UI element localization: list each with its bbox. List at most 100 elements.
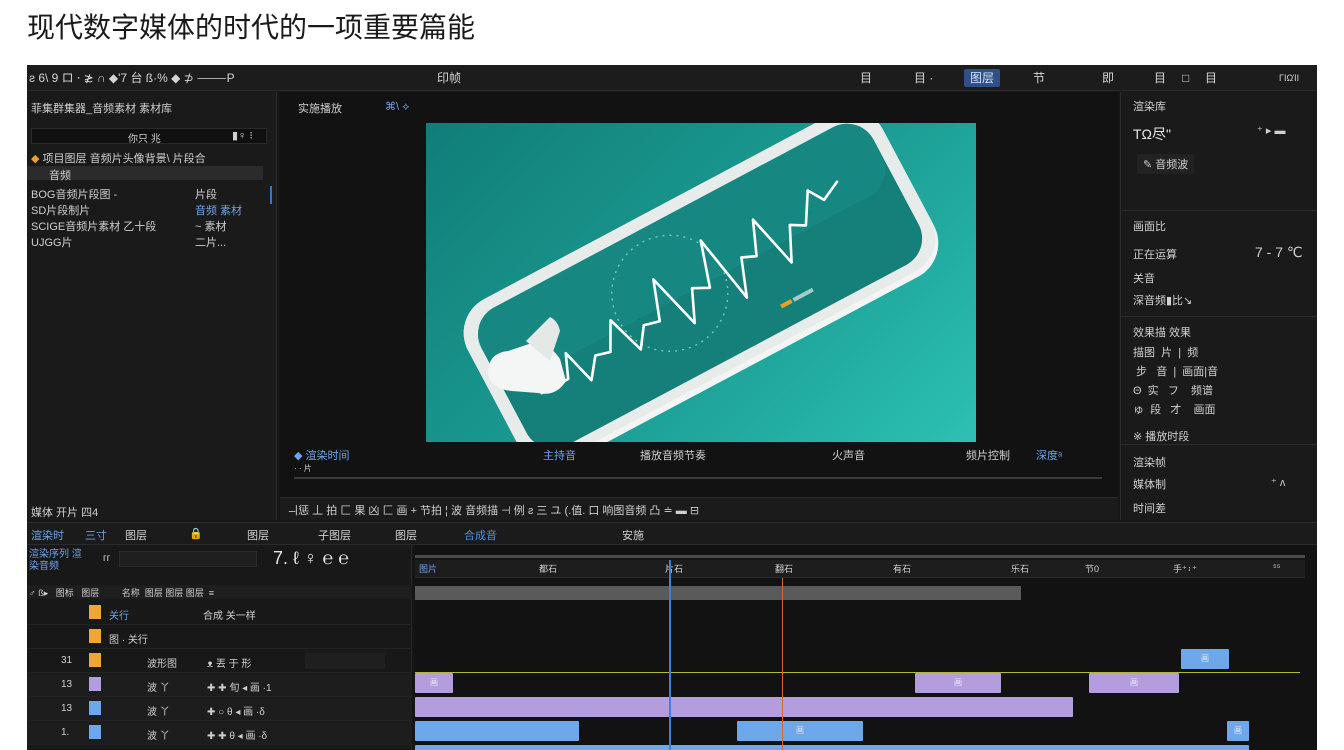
timeline-tab-bar: 渲染时 三寸 图层 🔒 图层 子图层 图层 合成音 安施 [27,523,1317,545]
ruler-tick: 手⁺᛬⁺ [1173,564,1197,574]
timeline-search-input[interactable] [119,551,257,567]
toolbar-layer-tab[interactable]: 图层 [964,69,1001,87]
toolbar-node-button[interactable]: 节 [1033,69,1045,87]
viewer-scrub-bar[interactable] [294,477,1102,479]
toolbar-tool-icons[interactable]: ƨ 6\ 9 ロ ⸱ ≵ ∩ ◆'7 台 ß·% ◆ ⊅ ⸻P [29,69,235,87]
viewer-tab-title[interactable]: 实施播放 [298,100,342,116]
timeline-track-area[interactable]: 图片 都石 片石 翻石 有石 乐石 节0 手⁺᛬⁺ ⁵⁵ 画 画 画 画 画 画 [415,545,1317,750]
media-scrollbar[interactable] [270,186,272,204]
timeline-ruler[interactable]: 图片 都石 片石 翻石 有石 乐石 节0 手⁺᛬⁺ ⁵⁵ [415,560,1305,578]
inspector-effects-grid[interactable]: 描图 片 | 频 步 音 | 画面|音 Θ 实 フ 频谱 ゅ 段 才 画面 [1133,344,1218,420]
timeline-clip[interactable]: 画 [1227,721,1249,741]
viewer-tab-icons[interactable]: ⌘\ ⟡ [385,100,409,114]
timeline-track-controls: 渲染序列 渲染音频 ᴦᴦ 7. ℓ ♀ ℮ ℮ ♂ ß▸ 图标 图层 名称 图层… [27,545,412,750]
media-search-icons[interactable]: ▮♀ ⁝ [232,129,253,142]
timeline-clip[interactable]: 画 [1181,649,1229,669]
inspector-link[interactable]: ✎ 音频波 [1137,154,1195,174]
inspector-frame-title: 渲染帧 [1133,457,1166,469]
tab-size[interactable]: 三寸 [85,527,107,543]
timeline-work-area-bar[interactable] [415,586,1021,600]
toolbar-status: ΓΙΩΊΙ [1279,73,1300,83]
timeline-clip[interactable] [415,721,579,741]
inspector-value-icons[interactable]: ⁺ ▸ ▬ [1257,124,1285,137]
track-input[interactable] [305,653,385,669]
ruler-tick: 图片 [419,564,438,574]
toolbar-frame-button[interactable]: 印帧 [437,69,461,87]
timeline-tool-icons[interactable]: 7. ℓ ♀ ℮ ℮ [273,548,349,569]
inspector-row-label: 关音 [1133,273,1155,285]
inspector-row-value[interactable]: ⁺ ʌ [1271,476,1285,489]
table-row[interactable]: 1. 波 丫 ✚ ✚ θ ◂ 画 ·δ [27,721,412,745]
timeline-sequence-title[interactable]: 渲染序列 渲染音频 [29,549,85,573]
timeline-zoom-bar[interactable] [415,555,1305,558]
viewer-label-control[interactable]: 频片控制 [966,447,1010,463]
toolbar-export-button[interactable]: 即 [1102,69,1114,87]
timeline-clip[interactable] [415,745,1249,750]
track-number: 1. [61,727,70,738]
folder-icon: ◆ [31,153,43,165]
timeline-clip[interactable]: 画 [737,721,863,741]
tab-render[interactable]: 渲染时 [31,527,64,543]
tab-install[interactable]: 安施 [622,527,644,543]
inspector-aspect-title: 画面比 [1133,221,1166,233]
table-row[interactable]: 关行 合成 关一样 [27,601,412,625]
tab-layer[interactable]: 图层 [247,527,269,543]
list-item[interactable]: UJGG片 二片... [31,234,267,249]
video-editor-window: ƨ 6\ 9 ロ ⸱ ≵ ∩ ◆'7 台 ß·% ◆ ⊅ ⸻P 印帧 目 目 ·… [27,65,1317,750]
media-tree-folder[interactable]: 音频 [49,167,71,183]
timeline-clip[interactable] [415,697,1073,717]
tab-sublayer[interactable]: 子图层 [318,527,351,543]
ruler-tick: 翻石 [775,564,794,574]
list-item[interactable]: SCIGE音频片素材 乙十段 ~ 素材 [31,218,267,233]
table-row[interactable]: 31 波形图 ᴥ 丟 于 形 [27,649,412,673]
timeline-clip[interactable]: 画 [915,673,1001,693]
timeline-clip[interactable]: 画 [415,673,453,693]
timeline-panel: 渲染时 三寸 图层 🔒 图层 子图层 图层 合成音 安施 渲染序列 渲染音频 ᴦ… [27,522,1317,750]
list-item-value: ~ 素材 [195,221,227,233]
tab-layer[interactable]: 图层 [395,527,417,543]
tab-composite-audio[interactable]: 合成音 [464,527,497,543]
list-item[interactable]: SD片段制片 音频 素材 [31,202,267,217]
list-item[interactable]: BOG音频片段图 - 片段 [31,186,267,201]
inspector-row-label: 正在运算 [1133,249,1177,261]
media-panel-footer[interactable]: 媒体 开片 四4 [31,504,98,520]
list-item-label: BOG音频片段图 - [31,189,118,201]
viewer-label-render-time[interactable]: ◆ 渲染时间 [294,447,350,463]
viewer-label-host[interactable]: 主持音 [543,447,576,463]
table-row[interactable]: 13 波 丫 ✚ ○ θ ◂ 画 ·δ [27,697,412,721]
inspector-effects-title: 效果描 效果 [1133,327,1192,339]
viewer-label-rhythm[interactable]: 播放音频节奏 [640,447,706,463]
phone-heartbeat-illustration [463,123,939,442]
toolbar-layout-button[interactable]: 目 [1205,69,1217,87]
media-search-text: 你只 兆 [128,134,161,145]
inspector-divider [1121,444,1317,445]
viewer-label-sound[interactable]: 火声音 [832,447,865,463]
list-item-label: SD片段制片 [31,205,91,217]
timeline-marker-line [782,578,783,750]
viewer-tool-icons[interactable]: ㅢ惩 丄 拍 匚 果 凶 匚 画 + 节拍 ¦ 波 音频描 ⊣ 例 ƨ 三 ユ … [288,502,699,518]
track-extra: ᴥ 丟 于 形 [207,659,252,670]
lock-icon[interactable]: 🔒 [189,527,203,540]
toolbar-window-button[interactable]: □ [1182,69,1189,87]
inspector-row-label[interactable]: 深音频▮比↘ [1133,292,1192,308]
timeline-clip[interactable]: 画 [1089,673,1179,693]
toolbar-menu-button[interactable]: 目 · [914,69,933,87]
track-number: 13 [61,679,73,690]
toolbar-panel-button[interactable]: 目 [860,69,872,87]
timeline-column-header: ♂ ß▸ 图标 图层 名称 图层 图层 图层 ≡ [27,585,412,599]
inspector-row-value[interactable]: 7 - 7 ℃ [1255,244,1303,261]
inspector-row-label[interactable]: ※ 播放时段 [1133,428,1189,444]
media-tree-root[interactable]: ◆ 项目图层 音频片头像背景\ 片段合 [31,150,206,166]
timeline-playhead[interactable] [669,560,671,750]
track-number: 13 [61,703,73,714]
table-row[interactable]: 13 波 丫 ✚ ✚ 旬 ◂ 画 ·1 [27,673,412,697]
toolbar-grid-button[interactable]: 目 [1154,69,1166,87]
ruler-tick: 乐石 [1011,564,1030,574]
tab-layer[interactable]: 图层 [125,527,147,543]
viewer-tools-bar: ㅢ惩 丄 拍 匚 果 凶 匚 画 + 节拍 ¦ 波 音频描 ⊣ 例 ƨ 三 ユ … [280,497,1118,520]
table-row[interactable]: 图 · 关行 [27,625,412,649]
ruler-tick: 节0 [1085,564,1100,574]
track-name: 关行 [109,611,129,622]
viewer-label-depth[interactable]: 深度ᵃ [1036,447,1062,463]
inspector-render-title: 渲染库 [1133,101,1166,113]
